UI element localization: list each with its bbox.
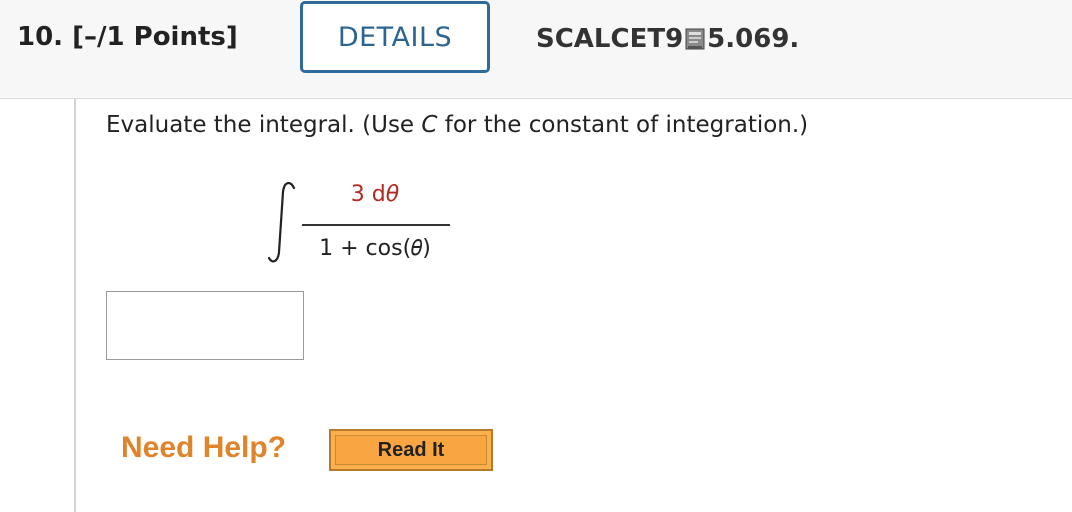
prompt-variable-c: C xyxy=(421,112,438,138)
answer-input[interactable] xyxy=(106,291,304,360)
details-button[interactable]: DETAILS xyxy=(300,1,490,73)
content-left-border xyxy=(74,99,76,512)
problem-id: SCALCET9 5.069. xyxy=(536,24,799,54)
book-reference-icon[interactable] xyxy=(684,26,706,52)
integral-sign-icon xyxy=(264,178,304,268)
problem-id-suffix: 5.069. xyxy=(707,24,800,54)
question-header: 10. [–/1 Points] DETAILS SCALCET9 5.069. xyxy=(0,0,1072,99)
integral-denominator: 1 + cos(𝜃) xyxy=(319,236,431,261)
problem-id-prefix: SCALCET9 xyxy=(536,24,684,54)
prompt-text-before: Evaluate the integral. (Use xyxy=(106,112,422,138)
integral-numerator: 3 dθ xyxy=(300,182,450,207)
need-help-label: Need Help? xyxy=(121,431,287,464)
question-prompt: Evaluate the integral. (Use C for the co… xyxy=(106,112,808,138)
numerator-variable: θ xyxy=(385,182,400,207)
question-points-label: 10. [–/1 Points] xyxy=(17,22,238,52)
fraction-bar xyxy=(302,224,450,226)
read-it-label: Read It xyxy=(335,435,487,465)
prompt-text-after: for the constant of integration.) xyxy=(437,112,809,138)
numerator-coefficient: 3 d xyxy=(350,182,386,207)
read-it-button[interactable]: Read It xyxy=(329,429,493,471)
